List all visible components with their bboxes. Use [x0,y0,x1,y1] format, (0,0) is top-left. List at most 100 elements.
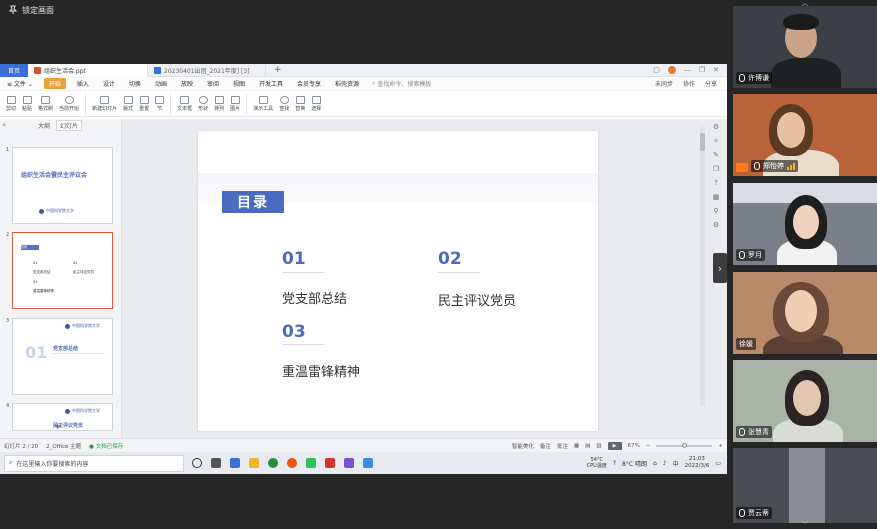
participant-tile[interactable]: 郑怡婷 [733,94,877,176]
thumbnail-slide-3[interactable]: 中国科学院大学 01 党支部总结 [12,318,113,395]
picture-button[interactable]: 图片 [230,95,240,112]
maximize-icon[interactable]: ❐ [699,66,705,74]
taskbar-search[interactable]: ⌕ 在这里输入你要搜索的内容 [4,454,184,472]
menu-design[interactable]: 设计 [96,79,122,88]
add-slide-button[interactable]: + [54,422,62,432]
slide-canvas[interactable]: 目录 01 党支部总结 02 民主评议党员 03 重温雷锋精神 ⚙ ✧ ✎ ❐ … [122,119,727,438]
menu-animation[interactable]: 动画 [148,79,174,88]
help-icon[interactable]: ? [714,179,718,187]
menu-transition[interactable]: 切换 [122,79,148,88]
meeting-app-icon[interactable] [363,458,373,468]
zoom-level[interactable]: 67% [628,443,640,449]
scrollbar-thumb[interactable] [700,133,705,151]
sync-status[interactable]: 未同步 [655,79,673,88]
weather-status[interactable]: 8°C 晴朗 [622,459,647,468]
zoom-slider-knob[interactable] [682,442,688,448]
chrome-icon[interactable] [268,458,278,468]
sorter-view-icon[interactable]: ▤ [585,443,590,449]
new-tab-button[interactable]: + [266,65,290,75]
cortana-icon[interactable] [192,458,202,468]
textbox-button[interactable]: 文本框 [177,95,192,112]
participant-tile[interactable]: 罗月 [733,183,877,265]
menu-view[interactable]: 视图 [226,79,252,88]
zoom-in-icon[interactable]: + [718,443,723,449]
network-icon[interactable]: ⌂ [653,460,657,467]
link-icon[interactable]: ⚲ [713,207,718,215]
lock-screen-toggle[interactable]: 锁定画面 [8,3,54,17]
reading-view-icon[interactable]: ▥ [596,443,601,449]
current-slide[interactable]: 目录 01 党支部总结 02 民主评议党员 03 重温雷锋精神 [198,131,598,431]
menu-resources[interactable]: 稻壳资源 [328,79,366,88]
share-button[interactable]: 分享 [705,79,717,88]
shape-tool-icon[interactable]: ✧ [713,137,719,145]
ime-indicator[interactable]: 中 [673,459,679,468]
firefox-icon[interactable] [287,458,297,468]
layout-button[interactable]: 版式 [123,95,133,112]
app-icon[interactable] [344,458,354,468]
collaborate-button[interactable]: 协作 [683,79,695,88]
wps-icon[interactable] [325,458,335,468]
replace-button[interactable]: 替换 [295,95,305,112]
grid-icon[interactable]: ▦ [713,193,720,201]
gear-icon[interactable]: ⚙ [713,221,719,229]
copy-icon[interactable]: ❐ [713,165,719,173]
arrange-button[interactable]: 排列 [214,95,224,112]
wechat-icon[interactable] [306,458,316,468]
close-icon[interactable]: ✕ [713,66,719,74]
notifications-icon[interactable]: ▭ [715,460,721,467]
menu-start[interactable]: 开始 [43,78,66,89]
clock[interactable]: 21:03 2022/3/6 [685,456,710,470]
app-icon[interactable] [230,458,240,468]
menu-review[interactable]: 审阅 [200,79,226,88]
slideshow-play-button[interactable]: ▶ [607,441,622,450]
thumbnail-slide-4[interactable]: 中国科学院大学 民主评议党员 [12,403,113,431]
menu-member[interactable]: 会员专享 [290,79,328,88]
task-view-icon[interactable] [211,458,221,468]
beautify-button[interactable]: 智能美化 [512,442,534,450]
menu-developer[interactable]: 开发工具 [252,79,290,88]
tab-outline[interactable]: 大纲 [38,121,50,130]
volume-icon[interactable]: ♪ [663,460,667,467]
menu-insert[interactable]: 插入 [70,79,96,88]
format-painter-button[interactable]: 格式刷 [38,95,53,112]
tab-document-active[interactable]: 组织生活会.ppt [28,64,148,77]
new-slide-button[interactable]: 新建幻灯片 [92,95,117,112]
paste-button[interactable]: 粘贴 [22,95,32,112]
participant-tile[interactable]: 徐媛 [733,272,877,354]
home-tab[interactable]: 首页 [0,64,28,77]
comments-button[interactable]: 批注 [557,442,568,450]
help-icon[interactable]: ? [613,460,616,467]
menu-file[interactable]: ≡ 文件 ⌄ [0,79,40,88]
settings-icon[interactable]: ⚙ [713,123,719,131]
collapse-panel-icon[interactable]: « [2,121,6,129]
participant-tile[interactable]: 贾云蒂 [733,448,877,523]
zoom-out-icon[interactable]: − [646,443,651,449]
participant-tile[interactable]: 张慧青 [733,360,877,442]
thumbnail-slide-1[interactable]: 组织生活会暨民主评议会 中国科学院大学 [12,147,113,224]
gallery-down-icon[interactable]: ﹀ [733,522,877,529]
reset-button[interactable]: 重置 [139,95,149,112]
zoom-slider[interactable] [656,442,713,448]
tab-document-inactive[interactable]: 20230401出团_2021年度] [3] [148,64,266,77]
file-explorer-icon[interactable] [249,458,259,468]
section-button[interactable]: 节 [155,95,165,112]
play-from-current-button[interactable]: 当前开始 [59,95,79,112]
select-button[interactable]: 选择 [311,95,321,112]
pen-icon[interactable]: ✎ [713,151,719,159]
vertical-scrollbar[interactable] [700,127,705,407]
menu-slideshow[interactable]: 放映 [174,79,200,88]
participant-tile[interactable]: 许博谦 [733,6,877,88]
find-button[interactable]: 查找 [279,95,289,112]
backup-status[interactable]: ● 文档已保存 [89,442,123,450]
layout-icon[interactable]: ▢ [653,66,660,74]
command-search[interactable]: ⌕ 查找命令、搜索模板 [366,79,431,89]
minimize-icon[interactable]: — [684,66,691,74]
thumbnail-slide-2[interactable]: 目录 01 02 党支部总结 民主评议党员 03 重温雷锋精神 [12,232,113,309]
shape-button[interactable]: 形状 [198,95,208,112]
gallery-collapse-button[interactable]: › [713,253,727,283]
user-avatar[interactable] [667,66,676,74]
presentation-tools-button[interactable]: 演示工具 [253,95,273,112]
normal-view-icon[interactable]: ▦ [574,443,579,449]
cut-button[interactable]: 剪切 [6,95,16,112]
tab-slides[interactable]: 幻灯片 [56,119,83,131]
